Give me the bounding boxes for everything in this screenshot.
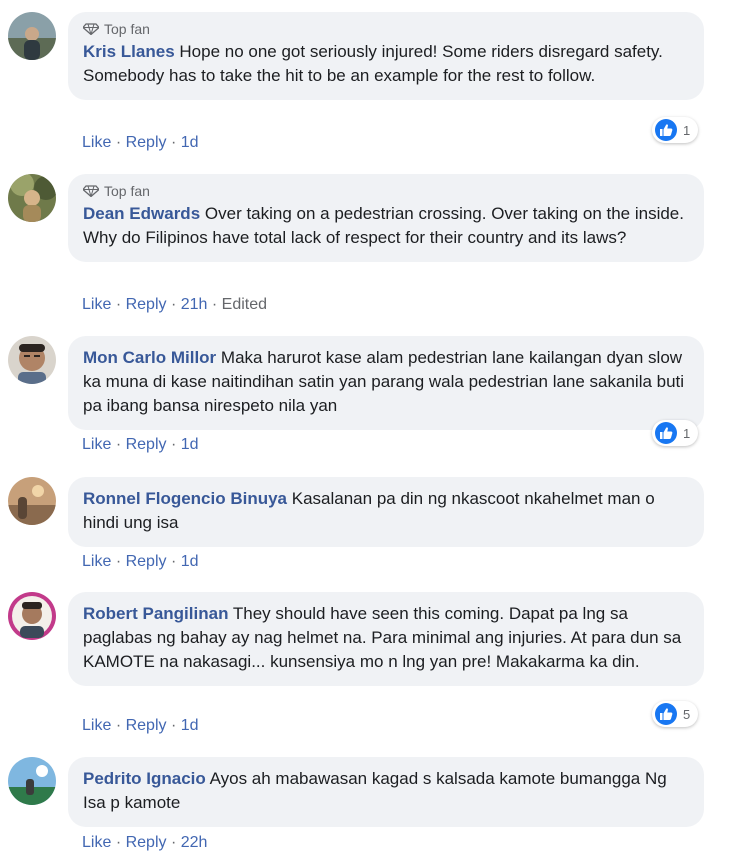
reaction-count[interactable]: 1 bbox=[652, 420, 699, 446]
timestamp[interactable]: 1d bbox=[181, 436, 199, 453]
reply-link[interactable]: Reply bbox=[126, 834, 167, 851]
comment-text: Ronnel Flogencio Binuya Kasalanan pa din… bbox=[83, 487, 690, 535]
timestamp[interactable]: 1d bbox=[181, 717, 199, 734]
like-thumb-icon bbox=[655, 703, 677, 725]
comment-text: Dean Edwards Over taking on a pedestrian… bbox=[83, 202, 690, 250]
separator-dot: · bbox=[115, 834, 122, 851]
comment-text: Mon Carlo Millor Maka harurot kase alam … bbox=[83, 346, 690, 418]
reply-link[interactable]: Reply bbox=[126, 553, 167, 570]
separator-dot: · bbox=[170, 553, 177, 570]
like-thumb-icon bbox=[655, 422, 677, 444]
comment-bubble: Ronnel Flogencio Binuya Kasalanan pa din… bbox=[68, 477, 704, 547]
separator-dot: · bbox=[115, 436, 122, 453]
like-link[interactable]: Like bbox=[82, 717, 111, 734]
timestamp[interactable]: 22h bbox=[181, 834, 208, 851]
author-name[interactable]: Ronnel Flogencio Binuya bbox=[83, 489, 287, 508]
author-name[interactable]: Kris Llanes bbox=[83, 42, 175, 61]
separator-dot: · bbox=[115, 296, 122, 313]
reply-link[interactable]: Reply bbox=[126, 717, 167, 734]
edited-label[interactable]: Edited bbox=[222, 296, 267, 313]
like-link[interactable]: Like bbox=[82, 296, 111, 313]
diamond-icon bbox=[83, 185, 99, 197]
comment-actions: Like · Reply · 1d bbox=[82, 717, 199, 735]
comment-bubble: Top fan Dean Edwards Over taking on a pe… bbox=[68, 174, 704, 262]
reply-link[interactable]: Reply bbox=[126, 436, 167, 453]
comment-bubble: Pedrito Ignacio Ayos ah mabawasan kagad … bbox=[68, 757, 704, 827]
like-thumb-icon bbox=[655, 119, 677, 141]
comment-actions: Like · Reply · 1d bbox=[82, 134, 199, 152]
author-name[interactable]: Robert Pangilinan bbox=[83, 604, 228, 623]
avatar[interactable] bbox=[8, 174, 56, 222]
comment-bubble: Mon Carlo Millor Maka harurot kase alam … bbox=[68, 336, 704, 430]
author-name[interactable]: Pedrito Ignacio bbox=[83, 769, 206, 788]
separator-dot: · bbox=[115, 553, 122, 570]
separator-dot: · bbox=[211, 296, 218, 313]
separator-dot: · bbox=[170, 717, 177, 734]
reaction-count[interactable]: 5 bbox=[652, 701, 699, 727]
author-name[interactable]: Dean Edwards bbox=[83, 204, 200, 223]
timestamp[interactable]: 21h bbox=[181, 296, 208, 313]
like-link[interactable]: Like bbox=[82, 553, 111, 570]
timestamp[interactable]: 1d bbox=[181, 553, 199, 570]
reply-link[interactable]: Reply bbox=[126, 134, 167, 151]
avatar[interactable] bbox=[8, 336, 56, 384]
top-fan-badge: Top fan bbox=[83, 182, 690, 200]
reply-link[interactable]: Reply bbox=[126, 296, 167, 313]
comment-actions: Like · Reply · 1d bbox=[82, 436, 199, 454]
comment-text: Pedrito Ignacio Ayos ah mabawasan kagad … bbox=[83, 767, 690, 815]
separator-dot: · bbox=[170, 296, 177, 313]
separator-dot: · bbox=[115, 134, 122, 151]
comment-text: Robert Pangilinan They should have seen … bbox=[83, 602, 690, 674]
comment-actions: Like · Reply · 22h bbox=[82, 834, 207, 852]
separator-dot: · bbox=[170, 436, 177, 453]
top-fan-badge: Top fan bbox=[83, 20, 690, 38]
avatar[interactable] bbox=[8, 12, 56, 60]
separator-dot: · bbox=[115, 717, 122, 734]
reaction-count[interactable]: 1 bbox=[652, 117, 699, 143]
comment-text: Kris Llanes Hope no one got seriously in… bbox=[83, 40, 690, 88]
like-link[interactable]: Like bbox=[82, 436, 111, 453]
separator-dot: · bbox=[170, 134, 177, 151]
comment-actions: Like · Reply · 1d bbox=[82, 553, 199, 571]
avatar[interactable] bbox=[8, 757, 56, 805]
like-link[interactable]: Like bbox=[82, 134, 111, 151]
comment-bubble: Robert Pangilinan They should have seen … bbox=[68, 592, 704, 686]
comment-actions: Like · Reply · 21h · Edited bbox=[82, 296, 267, 314]
author-name[interactable]: Mon Carlo Millor bbox=[83, 348, 216, 367]
timestamp[interactable]: 1d bbox=[181, 134, 199, 151]
like-link[interactable]: Like bbox=[82, 834, 111, 851]
diamond-icon bbox=[83, 23, 99, 35]
separator-dot: · bbox=[170, 834, 177, 851]
avatar[interactable] bbox=[8, 477, 56, 525]
comment-bubble: Top fan Kris Llanes Hope no one got seri… bbox=[68, 12, 704, 100]
avatar[interactable] bbox=[8, 592, 56, 640]
